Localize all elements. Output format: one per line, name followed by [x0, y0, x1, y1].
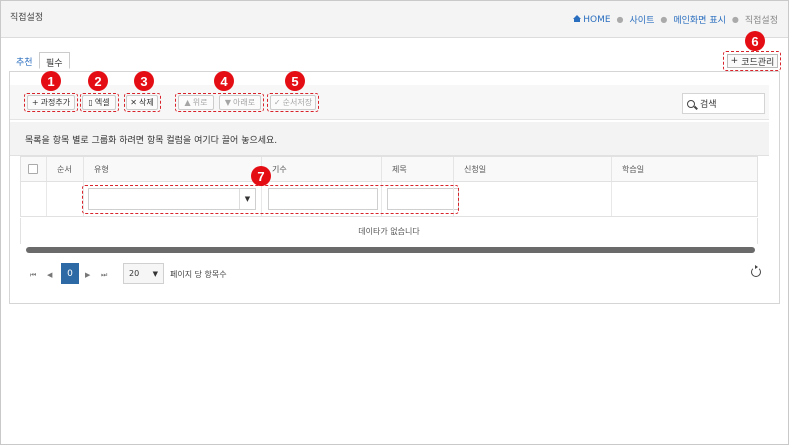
- group-drop-zone[interactable]: 목록을 항목 별로 그룹화 하려면 항목 컬럼을 여기다 끌어 놓으세요.: [10, 122, 769, 156]
- annotation-badge-1: 1: [41, 71, 61, 91]
- breadcrumb-main-display[interactable]: 메인화면 표시: [673, 13, 726, 26]
- annotation-badge-3: 3: [134, 71, 154, 91]
- page-header: 직접설정 HOME ● 사이트 ● 메인화면 표시 ● 직접설정: [1, 1, 788, 38]
- annotation-badge-2: 2: [88, 71, 108, 91]
- page-size-value: 20: [129, 269, 140, 278]
- annotation-box: [124, 93, 161, 112]
- breadcrumb-home[interactable]: HOME: [573, 14, 611, 25]
- annotation-badge-7: 7: [251, 166, 271, 186]
- filter-cell: [611, 182, 759, 216]
- breadcrumb: HOME ● 사이트 ● 메인화면 표시 ● 직접설정: [573, 13, 778, 26]
- breadcrumb-site[interactable]: 사이트: [630, 13, 655, 26]
- annotation-box: [82, 185, 459, 214]
- grid-header: 순서 유형 기수 제목 신청일 학습일: [20, 156, 758, 182]
- select-all-cell: [21, 157, 46, 181]
- select-all-checkbox[interactable]: [28, 164, 38, 174]
- col-study-date[interactable]: 학습일: [611, 157, 759, 181]
- chevron-down-icon: ▼: [152, 269, 158, 278]
- annotation-box: [175, 93, 264, 112]
- page-size-select[interactable]: 20 ▼: [123, 263, 164, 284]
- empty-message: 데이타가 없습니다: [20, 218, 758, 244]
- first-page-icon[interactable]: ⏮: [30, 271, 36, 280]
- col-order[interactable]: 순서: [46, 157, 83, 181]
- pager: ⏮ ◀ 0 ▶ ⏭ 20 ▼ 페이지 당 항목수: [20, 257, 770, 290]
- breadcrumb-dot-icon: ●: [616, 15, 624, 24]
- annotation-box: [267, 93, 319, 112]
- search-placeholder: 검색: [700, 100, 717, 110]
- annotation-badge-4: 4: [214, 71, 234, 91]
- search-icon: [687, 99, 695, 108]
- col-title[interactable]: 제목: [381, 157, 453, 181]
- annotation-box: [723, 51, 781, 71]
- col-term[interactable]: 기수: [261, 157, 381, 181]
- col-apply-date[interactable]: 신청일: [453, 157, 611, 181]
- home-icon: [573, 14, 582, 22]
- tab-required[interactable]: 필수: [39, 52, 70, 69]
- annotation-box: [80, 93, 119, 112]
- current-page[interactable]: 0: [61, 263, 79, 284]
- breadcrumb-home-label: HOME: [583, 14, 611, 25]
- page-title: 직접설정: [10, 13, 44, 23]
- tab-recommended[interactable]: 추천: [10, 52, 39, 69]
- filter-cell: [453, 182, 611, 216]
- annotation-badge-5: 5: [285, 71, 305, 91]
- page-size-label: 페이지 당 항목수: [170, 270, 227, 279]
- search-input[interactable]: 검색: [682, 93, 765, 114]
- last-page-icon[interactable]: ⏭: [101, 271, 107, 280]
- horizontal-scrollbar[interactable]: [26, 247, 755, 253]
- prev-page-icon[interactable]: ◀: [47, 271, 52, 279]
- breadcrumb-current: 직접설정: [744, 16, 778, 26]
- refresh-icon[interactable]: [751, 265, 761, 277]
- breadcrumb-dot-icon: ●: [660, 15, 668, 24]
- next-page-icon[interactable]: ▶: [85, 271, 90, 279]
- breadcrumb-dot-icon: ●: [731, 15, 739, 24]
- annotation-box: [24, 93, 78, 112]
- col-type[interactable]: 유형: [83, 157, 261, 181]
- annotation-badge-6: 6: [745, 31, 765, 51]
- filter-cell: [46, 182, 83, 216]
